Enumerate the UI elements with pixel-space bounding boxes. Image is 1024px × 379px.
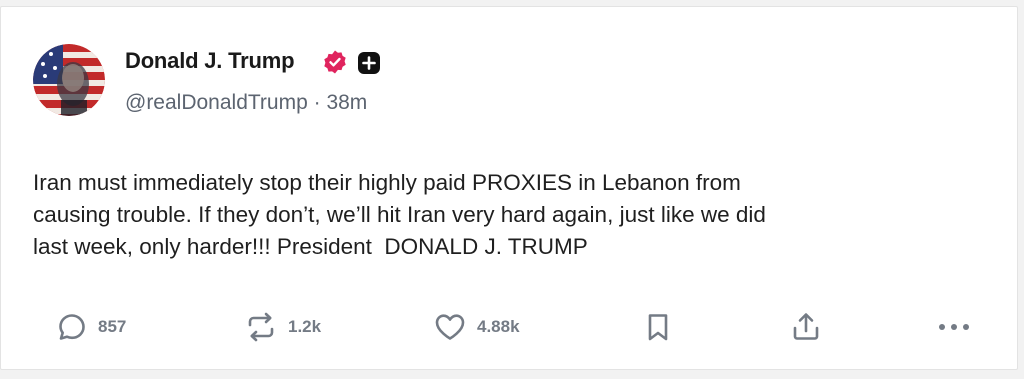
more-dots-icon [939,324,969,330]
timestamp[interactable]: 38m [326,91,367,114]
bookmark-icon [648,314,668,341]
avatar[interactable] [33,44,105,116]
plus-icon [358,52,380,74]
repost-icon [248,312,274,342]
author-name[interactable]: Donald J. Trump [125,48,295,74]
repost-button[interactable]: 1.2k [243,307,321,347]
like-count: 4.88k [477,317,520,336]
heart-icon [435,314,465,340]
comment-icon [59,314,85,340]
separator-dot: · [307,91,327,114]
like-button[interactable]: 4.88k [432,307,520,347]
reply-button[interactable]: 857 [55,307,126,347]
post-card[interactable]: Donald J. Trump @realDonaldTrump · 38m I… [0,6,1018,370]
repost-count: 1.2k [288,317,322,336]
verified-badge-icon [324,50,346,74]
post-text: Iran must immediately stop their highly … [33,170,766,259]
bookmark-button[interactable] [643,307,673,347]
handle-line: @realDonaldTrump · 38m [125,91,367,115]
share-icon [793,313,819,340]
avatar-image [33,44,105,116]
reply-count: 857 [98,317,127,336]
share-button[interactable] [789,307,823,347]
more-options-button[interactable] [934,307,974,347]
author-handle[interactable]: @realDonaldTrump [125,91,308,114]
